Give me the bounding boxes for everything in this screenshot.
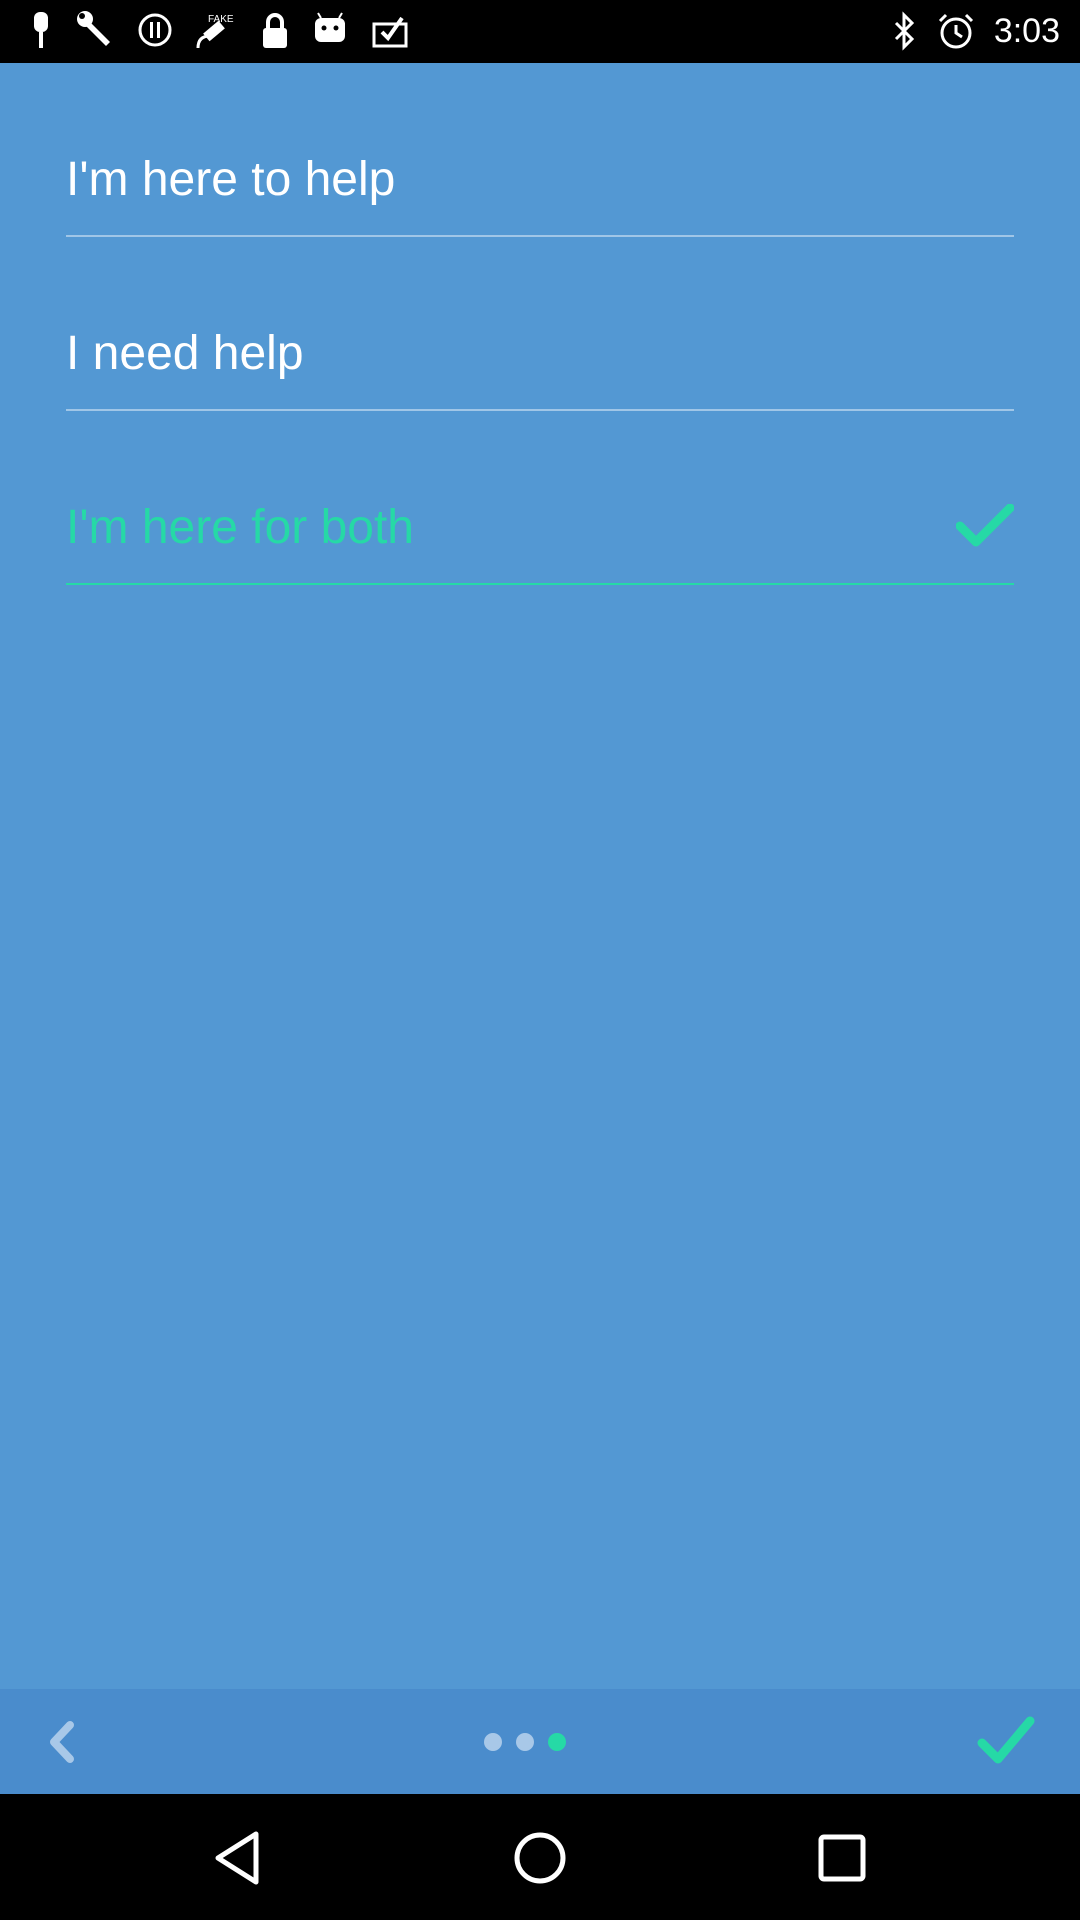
option-label: I'm here for both (66, 501, 414, 554)
status-icons-left: FAKE (28, 10, 410, 50)
status-icons-right: 3:03 (892, 8, 1060, 54)
back-button[interactable] (38, 1717, 88, 1767)
option-label: I'm here to help (66, 153, 396, 206)
fake-gps-icon: FAKE (194, 10, 238, 50)
system-nav-bar (0, 1794, 1080, 1920)
back-triangle-icon (215, 1831, 259, 1885)
chevron-left-icon (50, 1721, 74, 1763)
status-bar: FAKE 3:03 (0, 0, 1080, 63)
status-time: 3:03 (993, 12, 1060, 50)
option-here-to-help[interactable]: I'm here to help (66, 63, 1014, 237)
check-icon (977, 1716, 1035, 1764)
home-circle-icon (514, 1832, 566, 1884)
lock-icon (260, 10, 290, 50)
option-here-for-both[interactable]: I'm here for both (66, 411, 1015, 585)
option-need-help[interactable]: I need help (66, 237, 1014, 411)
svg-text:FAKE: FAKE (208, 14, 234, 25)
nav-back-button[interactable] (208, 1828, 268, 1888)
android-icon (312, 12, 348, 48)
role-selection-screen: I'm here to help I need help I'm here fo… (0, 63, 1080, 1689)
clipboard-check-icon (370, 10, 410, 50)
recents-square-icon (818, 1834, 866, 1882)
info-icon (138, 13, 172, 47)
option-label: I need help (66, 327, 304, 380)
bluetooth-icon (892, 11, 918, 51)
wrench-icon (76, 10, 116, 50)
page-indicator (484, 1733, 566, 1751)
alarm-icon (936, 11, 976, 51)
bottom-bar (0, 1689, 1080, 1794)
page-dot (484, 1733, 502, 1751)
page-dot-active (548, 1733, 566, 1751)
check-icon (955, 503, 1015, 553)
page-dot (516, 1733, 534, 1751)
nav-home-button[interactable] (510, 1828, 570, 1888)
nav-recents-button[interactable] (812, 1828, 872, 1888)
pin-icon (28, 10, 54, 50)
done-button[interactable] (976, 1713, 1036, 1769)
